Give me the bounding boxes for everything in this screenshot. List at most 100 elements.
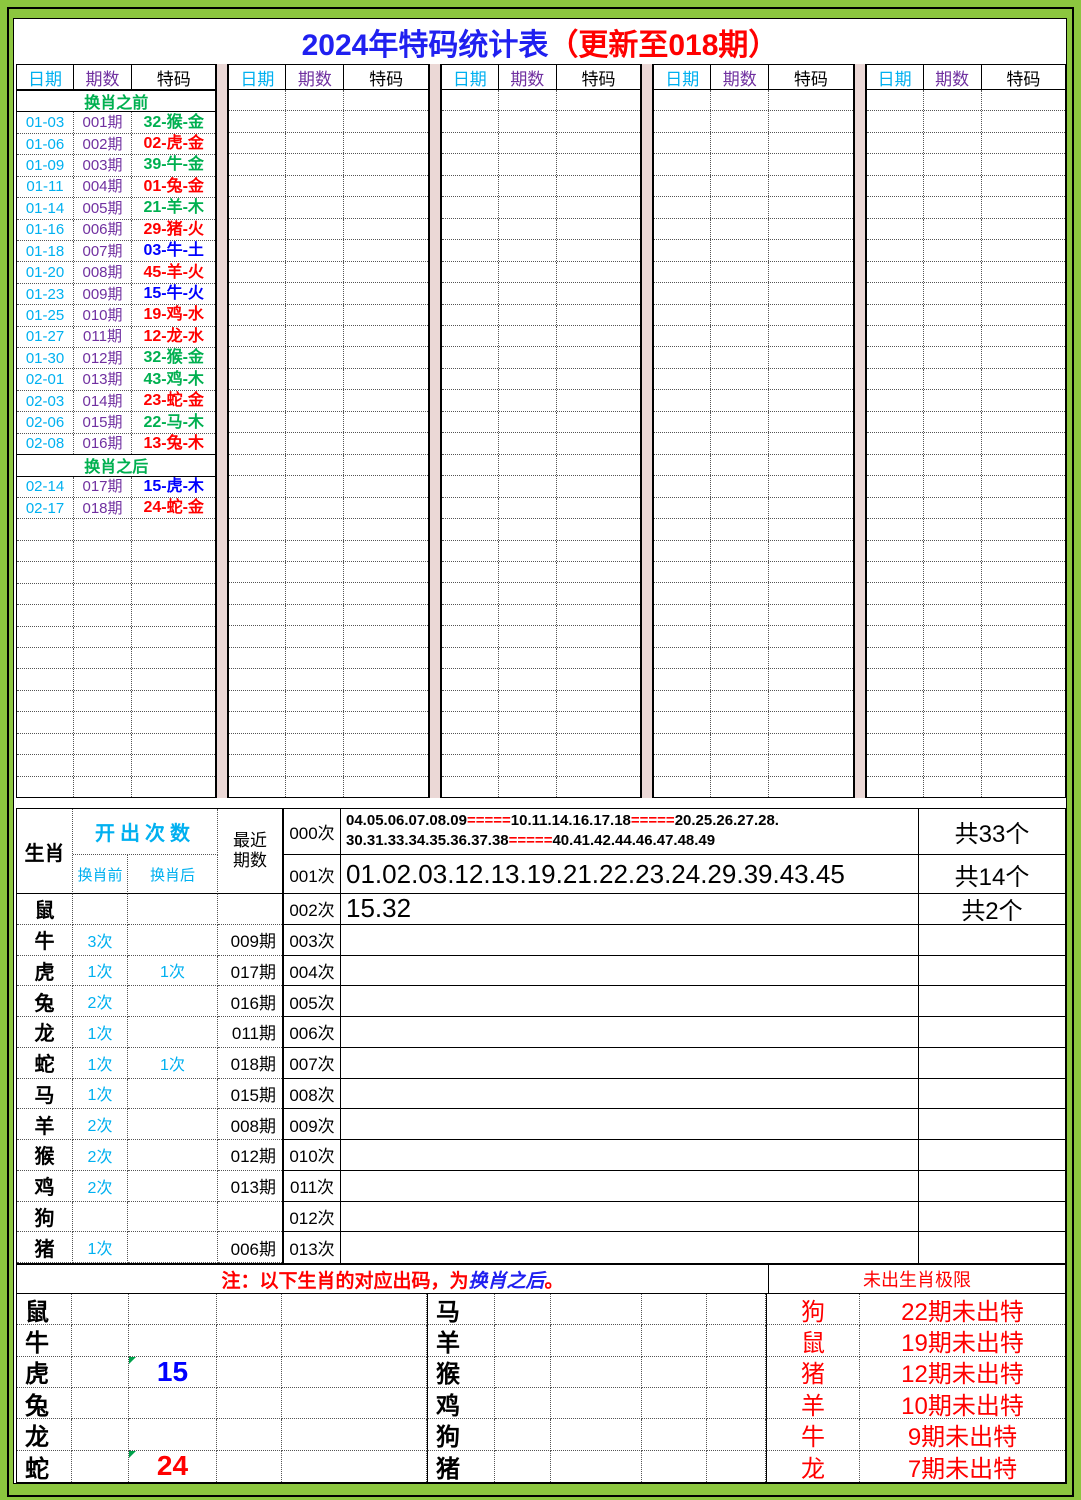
draw-code: 43-鸡-木: [132, 369, 215, 389]
frequency-number-list: [341, 925, 919, 956]
empty-issue-cell: [924, 154, 982, 174]
bottom-cell: [217, 1325, 282, 1356]
draw-code: 13-兔-木: [132, 434, 215, 454]
empty-date-cell: [654, 691, 711, 711]
recent-issue-value: [218, 1202, 282, 1233]
number-segment: 01.02.03.12.13.19.21.22.23.24.29.39.43.4…: [346, 859, 845, 889]
number-segment: 10.11.14.16.17.18: [511, 812, 631, 829]
empty-row: [654, 647, 852, 668]
empty-issue-cell: [924, 433, 982, 453]
empty-code-cell: [982, 433, 1065, 453]
empty-issue-cell: [499, 626, 557, 646]
note-row: 注：以下生肖的对应出码，为换肖之后。 未出生肖极限: [16, 1264, 1066, 1293]
empty-issue-cell: [74, 755, 132, 775]
bottom-zodiac-left: 兔: [17, 1388, 72, 1419]
date-column-header: 日期: [654, 65, 711, 89]
empty-row: [442, 175, 640, 196]
empty-issue-cell: [711, 691, 769, 711]
draw-issue: 001期: [74, 112, 132, 132]
bottom-cell: [551, 1451, 642, 1482]
empty-date-cell: [229, 390, 286, 410]
empty-row: [654, 304, 852, 325]
empty-issue-cell: [711, 305, 769, 325]
zodiac-stats-panel: 生肖开出次数最近期数换肖前换肖后鼠牛3次009期虎1次1次017期兔2次016期…: [16, 808, 283, 1264]
count-after-change: [128, 986, 218, 1017]
empty-issue-cell: [924, 305, 982, 325]
bottom-cell: [707, 1294, 766, 1325]
empty-date-cell: [654, 433, 711, 453]
bottom-cell: [707, 1357, 766, 1388]
limit-text: 12期未出特: [860, 1357, 1065, 1388]
empty-issue-cell: [286, 562, 344, 582]
empty-issue-cell: [711, 347, 769, 367]
limit-zodiac: 狗: [766, 1294, 860, 1325]
empty-code-cell: [982, 347, 1065, 367]
frequency-line: 01.02.03.12.13.19.21.22.23.24.29.39.43.4…: [346, 859, 845, 890]
empty-row: [867, 518, 1065, 539]
empty-issue-cell: [711, 669, 769, 689]
empty-row: [654, 733, 852, 754]
count-before-change: 1次: [73, 1079, 128, 1110]
empty-row: [442, 132, 640, 153]
group-header-row: 日期期数特码: [17, 65, 215, 90]
empty-row: [229, 432, 427, 453]
empty-row: [229, 196, 427, 217]
empty-row: [17, 668, 215, 689]
recent-issue-value: [218, 894, 282, 925]
frequency-total: [919, 1079, 1065, 1110]
empty-code-cell: [769, 498, 852, 518]
empty-row: [442, 325, 640, 346]
empty-row: [442, 497, 640, 518]
empty-row: [17, 604, 215, 625]
empty-code-cell: [769, 133, 852, 153]
empty-date-cell: [229, 412, 286, 432]
empty-code-cell: [557, 648, 640, 668]
count-after-change: [128, 1079, 218, 1110]
draw-issue: 006期: [74, 220, 132, 240]
empty-row: [654, 153, 852, 174]
empty-row: [867, 625, 1065, 646]
empty-code-cell: [132, 584, 215, 604]
draw-record-row: 02-06015期22-马-木: [17, 411, 215, 432]
empty-date-cell: [867, 605, 924, 625]
bottom-cell: [642, 1294, 707, 1325]
empty-issue-cell: [924, 541, 982, 561]
empty-issue-cell: [711, 648, 769, 668]
empty-date-cell: [867, 283, 924, 303]
empty-date-cell: [229, 326, 286, 346]
empty-issue-cell: [924, 626, 982, 646]
empty-row: [654, 110, 852, 131]
empty-issue-cell: [499, 111, 557, 131]
empty-date-cell: [442, 326, 499, 346]
empty-row: [867, 711, 1065, 732]
bottom-cell: [495, 1388, 551, 1419]
section-header-row: 换肖之后: [17, 454, 215, 476]
zodiac-name: 猪: [17, 1232, 73, 1263]
empty-row: [229, 604, 427, 625]
empty-issue-cell: [499, 154, 557, 174]
empty-row: [867, 239, 1065, 260]
empty-issue-cell: [499, 390, 557, 410]
page-title: 2024年特码统计表（更新至018期）: [14, 19, 1066, 64]
empty-code-cell: [769, 283, 852, 303]
empty-row: [229, 132, 427, 153]
separator-marks: =====: [467, 812, 511, 829]
draw-record-group: 日期期数特码: [653, 64, 853, 798]
empty-date-cell: [229, 133, 286, 153]
draw-issue: 008期: [74, 262, 132, 282]
empty-code-cell: [769, 219, 852, 239]
empty-date-cell: [229, 283, 286, 303]
frequency-total: [919, 1017, 1065, 1048]
empty-issue-cell: [286, 648, 344, 668]
bottom-cell: [551, 1419, 642, 1450]
group-separator: [854, 64, 866, 798]
empty-code-cell: [769, 412, 852, 432]
bottom-cell: [217, 1357, 282, 1388]
empty-row: [442, 304, 640, 325]
empty-issue-cell: [286, 369, 344, 389]
empty-date-cell: [442, 605, 499, 625]
draw-record-row: 01-11004期01-兔-金: [17, 176, 215, 197]
empty-code-cell: [132, 712, 215, 732]
empty-date-cell: [229, 562, 286, 582]
empty-code-cell: [132, 562, 215, 582]
